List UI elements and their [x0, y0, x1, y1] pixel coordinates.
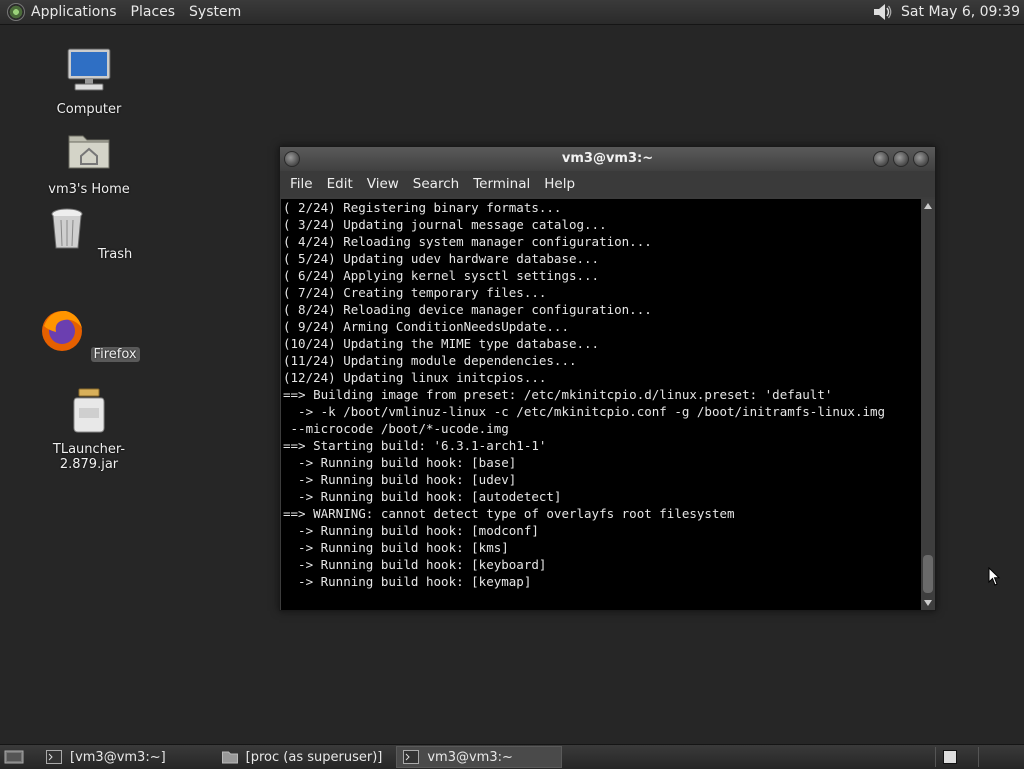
workspace-1[interactable] [943, 750, 957, 764]
panel-divider [935, 747, 936, 767]
firefox-icon [42, 310, 83, 351]
clock[interactable]: Sat May 6, 09:39 [901, 4, 1020, 20]
taskbar-item-label: vm3@vm3:~ [427, 749, 513, 765]
minimize-button[interactable] [873, 151, 889, 167]
terminal-line: ==> Building image from preset: /etc/mki… [283, 387, 833, 402]
taskbar-item-label: [vm3@vm3:~] [70, 749, 166, 765]
taskbar-item-terminal-1[interactable]: [vm3@vm3:~] [40, 746, 172, 768]
menu-edit[interactable]: Edit [327, 176, 353, 192]
terminal-line: ( 5/24) Updating udev hardware database.… [283, 251, 600, 266]
desktop-icon-label: Trash [97, 247, 133, 262]
system-menu[interactable]: System [189, 4, 241, 20]
top-panel: Applications Places System Sat May 6, 09… [0, 0, 1024, 25]
desktop-icon-computer[interactable]: Computer [29, 46, 149, 117]
volume-icon[interactable] [871, 1, 893, 23]
desktop-icon-trash[interactable]: Trash [29, 206, 149, 262]
trash-icon [51, 208, 83, 249]
menu-search[interactable]: Search [413, 176, 459, 192]
menu-help[interactable]: Help [544, 176, 575, 192]
desktop-icon-tlauncher[interactable]: TLauncher-2.879.jar [29, 386, 149, 472]
terminal-line: ( 6/24) Applying kernel sysctl settings.… [283, 268, 600, 283]
panel-divider [978, 747, 979, 767]
taskbar-item-label: [proc (as superuser)] [245, 749, 383, 765]
scroll-down-arrow-icon[interactable] [924, 600, 932, 606]
desktop-icon-label: vm3's Home [48, 182, 130, 197]
window-menubar: File Edit View Search Terminal Help [280, 171, 935, 197]
terminal-line: ==> WARNING: cannot detect type of overl… [283, 506, 735, 521]
maximize-button[interactable] [893, 151, 909, 167]
terminal-window[interactable]: vm3@vm3:~ File Edit View Search Terminal… [279, 146, 936, 611]
terminal-line: -> Running build hook: [udev] [283, 472, 517, 487]
desktop-icon-home[interactable]: vm3's Home [29, 126, 149, 197]
desktop-icon-label: Firefox [90, 347, 140, 362]
terminal-line: -> Running build hook: [base] [283, 455, 517, 470]
terminal-line: -> Running build hook: [modconf] [283, 523, 539, 538]
close-button[interactable] [913, 151, 929, 167]
terminal-line: -> -k /boot/vmlinuz-linux -c /etc/mkinit… [283, 404, 886, 419]
terminal-line: ( 3/24) Updating journal message catalog… [283, 217, 607, 232]
applications-menu[interactable]: Applications [31, 4, 117, 20]
terminal-output[interactable]: ( 2/24) Registering binary formats... ( 3… [281, 199, 921, 610]
scroll-thumb[interactable] [923, 555, 933, 593]
taskbar-item-proc[interactable]: [proc (as superuser)] [216, 746, 389, 768]
show-desktop-icon[interactable] [4, 749, 24, 765]
window-menu-button[interactable] [284, 151, 300, 167]
menu-terminal[interactable]: Terminal [473, 176, 530, 192]
places-menu[interactable]: Places [131, 4, 176, 20]
menu-file[interactable]: File [290, 176, 313, 192]
scroll-up-arrow-icon[interactable] [924, 203, 932, 209]
terminal-icon [403, 750, 420, 764]
terminal-line: ( 7/24) Creating temporary files... [283, 285, 547, 300]
terminal-line: -> Running build hook: [kms] [283, 540, 509, 555]
terminal-line: ( 9/24) Arming ConditionNeedsUpdate... [283, 319, 569, 334]
bottom-panel: [vm3@vm3:~] [proc (as superuser)] vm3@vm… [0, 744, 1024, 769]
window-title: vm3@vm3:~ [561, 151, 654, 166]
desktop-icon-label: TLauncher-2.879.jar [52, 442, 126, 472]
terminal-scrollbar[interactable] [921, 199, 935, 610]
window-titlebar[interactable]: vm3@vm3:~ [280, 147, 935, 171]
computer-icon [67, 48, 111, 91]
home-folder-icon [68, 135, 110, 169]
menu-view[interactable]: View [367, 176, 399, 192]
terminal-line: (11/24) Updating module dependencies... [283, 353, 577, 368]
terminal-line: ( 8/24) Reloading device manager configu… [283, 302, 652, 317]
folder-icon [221, 751, 238, 764]
desktop-icon-firefox[interactable]: Firefox [29, 306, 149, 362]
terminal-line: -> Running build hook: [keyboard] [283, 557, 547, 572]
taskbar-item-terminal-active[interactable]: vm3@vm3:~ [396, 746, 563, 768]
terminal-line: ( 2/24) Registering binary formats... [283, 200, 562, 215]
terminal-line: -> Running build hook: [autodetect] [283, 489, 562, 504]
mouse-pointer-icon [988, 567, 1001, 586]
terminal-line: ==> Starting build: '6.3.1-arch1-1' [283, 438, 547, 453]
distro-logo-icon[interactable] [7, 3, 25, 21]
terminal-line: -> Running build hook: [keymap] [283, 574, 532, 589]
terminal-line: (10/24) Updating the MIME type database.… [283, 336, 600, 351]
terminal-line: ( 4/24) Reloading system manager configu… [283, 234, 652, 249]
terminal-line: (12/24) Updating linux initcpios... [283, 370, 547, 385]
terminal-lines: ( 2/24) Registering binary formats... ( 3… [281, 199, 921, 590]
jar-icon [73, 388, 105, 433]
desktop-icon-label: Computer [56, 102, 122, 117]
terminal-icon [46, 750, 62, 764]
terminal-line: --microcode /boot/*-ucode.img [283, 421, 509, 436]
